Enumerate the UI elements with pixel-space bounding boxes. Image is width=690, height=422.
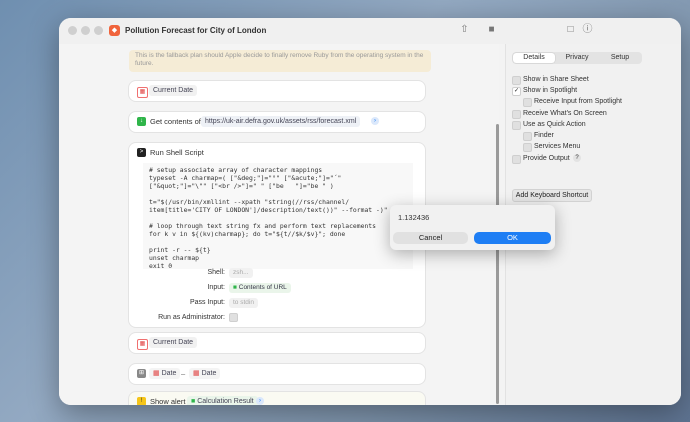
minimize-window-button[interactable] [81, 26, 90, 35]
finder-label: Finder [534, 132, 554, 139]
tab-privacy[interactable]: Privacy [556, 53, 598, 63]
calendar-icon: ▦ [137, 339, 148, 350]
services-menu-checkbox[interactable] [523, 143, 532, 152]
minus-sign: – [181, 369, 186, 378]
tab-details[interactable]: Details [513, 53, 555, 63]
zoom-window-button[interactable] [94, 26, 103, 35]
calculation-result-pill[interactable]: ■ Calculation Result [187, 396, 258, 405]
result-value: 1.132436 [398, 213, 430, 222]
use-as-quick-action-checkbox[interactable] [512, 121, 521, 130]
current-date-pill[interactable]: Current Date [149, 85, 198, 96]
shell-label: Shell: [207, 269, 225, 276]
shell-select[interactable]: zsh... [229, 268, 253, 278]
tab-setup[interactable]: Setup [599, 53, 641, 63]
titlebar: ◆ Pollution Forecast for City of London … [59, 18, 681, 44]
close-window-button[interactable] [68, 26, 77, 35]
receive-input-spotlight-checkbox[interactable] [523, 98, 532, 107]
download-icon: ↓ [137, 117, 146, 126]
script-editor[interactable]: # setup associate array of character map… [143, 163, 413, 269]
variable-icon: ■ [191, 398, 196, 405]
variable-icon: ■ [233, 284, 237, 291]
date-pill-b-label: Date [201, 370, 217, 377]
terminal-icon: > [137, 148, 146, 157]
calendar-icon: ▦ [137, 87, 148, 98]
shortcut-app-icon: ◆ [109, 25, 120, 36]
chevron-right-icon[interactable]: › [256, 397, 264, 405]
url-pill[interactable]: https://uk-air.defra.gov.uk/assets/rss/f… [201, 116, 361, 127]
cancel-button[interactable]: Cancel [393, 232, 468, 244]
input-variable-pill[interactable]: ■ Contents of URL [229, 283, 291, 293]
finder-checkbox[interactable] [523, 132, 532, 141]
shell-action-title: Run Shell Script [150, 148, 204, 157]
sidebar-tabs: Details Privacy Setup [512, 52, 642, 64]
share-icon[interactable]: ⇧ [458, 23, 471, 36]
calendar-icon: ▦ [193, 370, 200, 377]
provide-output-label: Provide Output [523, 155, 570, 162]
show-in-spotlight-checkbox[interactable]: ✓ [512, 87, 521, 96]
receive-whats-on-screen-checkbox[interactable] [512, 110, 521, 119]
action-current-date[interactable]: ▦ Current Date [129, 81, 425, 101]
run-as-admin-label: Run as Administrator: [158, 314, 225, 321]
action-get-contents[interactable]: ↓ Get contents of https://uk-air.defra.g… [129, 112, 425, 132]
pass-input-label: Pass Input: [189, 299, 225, 306]
ok-button[interactable]: OK [474, 232, 551, 244]
action-run-shell-script[interactable]: > Run Shell Script # setup associate arr… [129, 143, 425, 327]
input-variable-label: Contents of URL [238, 284, 287, 291]
show-in-share-sheet-checkbox[interactable] [512, 76, 521, 85]
use-as-quick-action-label: Use as Quick Action [523, 121, 586, 128]
pass-input-select[interactable]: to stdin [229, 298, 258, 308]
show-in-share-sheet-label: Show in Share Sheet [523, 76, 589, 83]
action-date-calculation[interactable]: ⊞ ▦ Date – ▦ Date [129, 364, 425, 384]
services-menu-label: Services Menu [534, 143, 581, 150]
provide-output-checkbox[interactable] [512, 155, 521, 164]
action-show-alert[interactable]: ! Show alert ■ Calculation Result › [129, 392, 425, 405]
show-in-spotlight-label: Show in Spotlight [523, 87, 578, 94]
window-title: Pollution Forecast for City of London [125, 26, 267, 35]
shortcuts-window: ◆ Pollution Forecast for City of London … [59, 18, 681, 405]
result-dialog: 1.132436 Cancel OK [390, 205, 555, 250]
run-as-admin-checkbox[interactable] [229, 313, 238, 322]
calendar-icon: ▦ [153, 370, 160, 377]
date-pill-a-label: Date [161, 370, 177, 377]
get-contents-label: Get contents of [150, 117, 201, 126]
comment-text: This is the fallback plan should Apple d… [129, 50, 431, 72]
calculation-result-label: Calculation Result [197, 398, 254, 405]
add-keyboard-shortcut-button[interactable]: Add Keyboard Shortcut [512, 189, 592, 202]
canvas-scrollbar[interactable] [496, 124, 499, 404]
info-icon[interactable]: ⓘ [581, 23, 594, 36]
date-pill-b[interactable]: ▦ Date [189, 368, 221, 379]
date-pill-a[interactable]: ▦ Date [149, 368, 181, 379]
play-stop-icon[interactable]: ■ [485, 23, 498, 36]
receive-input-spotlight-label: Receive Input from Spotlight [534, 98, 622, 105]
input-label: Input: [207, 284, 225, 291]
library-icon[interactable]: □ [564, 23, 577, 36]
calculator-icon: ⊞ [137, 369, 146, 378]
chevron-right-icon[interactable]: › [371, 117, 379, 125]
help-icon[interactable]: ? [573, 154, 581, 162]
receive-whats-on-screen-label: Receive What's On Screen [523, 110, 607, 117]
alert-icon: ! [137, 397, 146, 405]
action-current-date-2[interactable]: ▦ Current Date [129, 333, 425, 353]
show-alert-label: Show alert [150, 397, 186, 405]
current-date-pill[interactable]: Current Date [149, 337, 198, 348]
